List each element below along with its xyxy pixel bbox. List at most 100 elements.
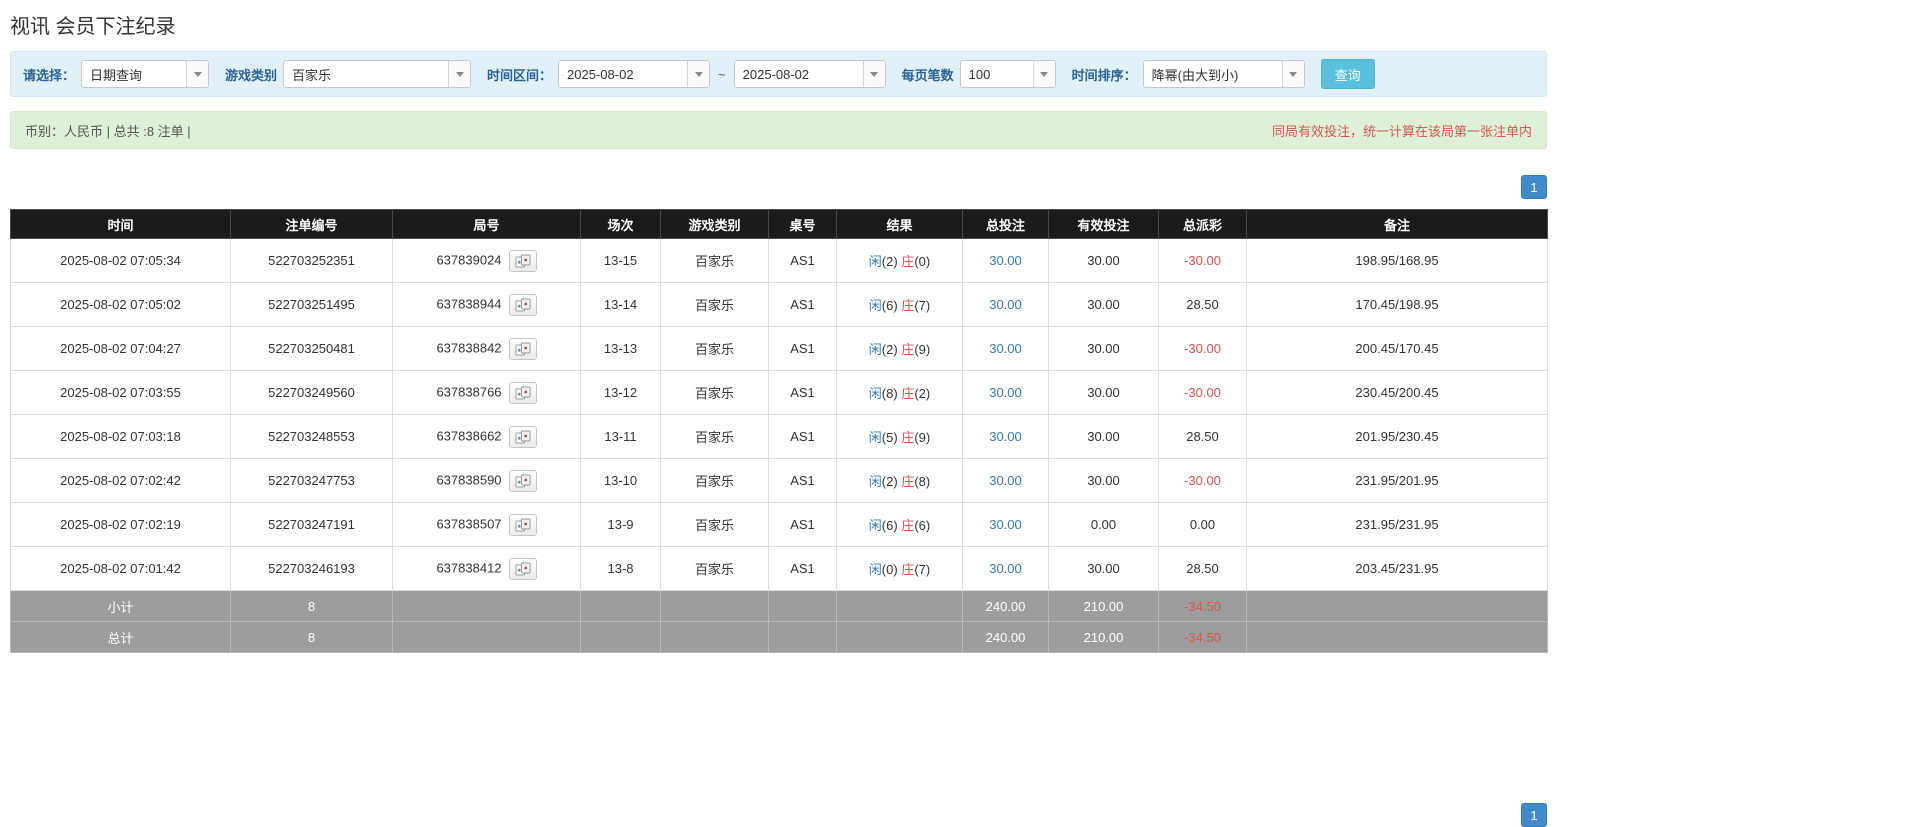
banker-result-count: (7) xyxy=(914,562,931,577)
round-detail-button[interactable] xyxy=(508,513,537,536)
total-bet-cell: 30.00 xyxy=(962,458,1049,503)
cards-preview-icon xyxy=(515,298,531,311)
select-type-label: 请选择： xyxy=(23,67,76,83)
pagination-bottom: 1 xyxy=(10,803,1547,827)
valid-bet-cell: 30.00 xyxy=(1048,370,1159,415)
date-from-input[interactable]: 2025-08-02 xyxy=(558,60,711,88)
table-row: 2025-08-02 07:03:18 522703248553 637838662… xyxy=(10,414,1548,459)
round-number: 637839024 xyxy=(436,251,502,267)
total-bet-link[interactable]: 30.00 xyxy=(989,473,1022,488)
round-detail-button[interactable] xyxy=(508,249,537,272)
total-empty-cell xyxy=(660,621,769,653)
round-cell: 637838507 xyxy=(392,502,581,547)
total-label-cell: 总计 xyxy=(10,621,231,653)
subtotal-valid-bet-cell: 210.00 xyxy=(1048,590,1159,622)
valid-bet-cell: 30.00 xyxy=(1048,238,1159,283)
round-cell: 637838766 xyxy=(392,370,581,415)
banker-result-label: 庄 xyxy=(901,342,915,357)
total-payout-cell: -34.50 xyxy=(1158,621,1247,653)
round-detail-button[interactable] xyxy=(508,381,537,404)
subtotal-count-cell: 8 xyxy=(230,590,393,622)
total-bet-link[interactable]: 30.00 xyxy=(989,517,1022,532)
page-1-button[interactable]: 1 xyxy=(1521,803,1547,827)
per-page-select[interactable]: 100 xyxy=(959,60,1056,88)
per-page-label: 每页笔数 xyxy=(901,67,954,83)
payout-value: -30.00 xyxy=(1184,473,1221,488)
query-button[interactable]: 查询 xyxy=(1320,59,1375,89)
game-category-select[interactable]: 百家乐 xyxy=(283,60,472,88)
game-category-label: 游戏类别 xyxy=(225,67,278,83)
chevron-down-icon[interactable] xyxy=(186,61,209,87)
total-bet-link[interactable]: 30.00 xyxy=(989,341,1022,356)
payout-cell: -30.00 xyxy=(1158,458,1247,503)
banker-result-count: (8) xyxy=(914,474,931,489)
remark-cell: 230.45/200.45 xyxy=(1246,370,1548,415)
player-result-label: 闲 xyxy=(868,518,882,533)
time-sort-label: 时间排序： xyxy=(1071,67,1137,83)
bet-id-cell: 522703246193 xyxy=(230,546,393,591)
round-detail-button[interactable] xyxy=(508,293,537,316)
session-cell: 13-15 xyxy=(580,238,661,283)
bet-id-cell: 522703252351 xyxy=(230,238,393,283)
remark-cell: 170.45/198.95 xyxy=(1246,282,1548,327)
round-detail-button[interactable] xyxy=(508,469,537,492)
valid-bet-cell: 30.00 xyxy=(1048,282,1159,327)
time-sort-select[interactable]: 降幂(由大到小) xyxy=(1142,60,1305,88)
page-1-button[interactable]: 1 xyxy=(1521,175,1547,199)
remark-cell: 200.45/170.45 xyxy=(1246,326,1548,371)
column-header: 注单编号 xyxy=(230,209,393,239)
total-bet-cell: 30.00 xyxy=(962,238,1049,283)
chevron-down-icon[interactable] xyxy=(862,61,885,87)
player-result-label: 闲 xyxy=(868,562,882,577)
currency-summary-text: 币别：人民币 | 总共 :8 注单 | xyxy=(25,123,191,139)
column-header: 游戏类别 xyxy=(660,209,769,239)
date-to-value: 2025-08-02 xyxy=(742,66,810,82)
time-cell: 2025-08-02 07:03:55 xyxy=(10,370,231,415)
payout-cell: 0.00 xyxy=(1158,502,1247,547)
round-cell: 637838842 xyxy=(392,326,581,371)
query-type-select[interactable]: 日期查询 xyxy=(81,60,210,88)
pagination-top: 1 xyxy=(10,175,1547,199)
round-detail-button[interactable] xyxy=(508,337,537,360)
subtotal-empty-cell xyxy=(392,590,581,622)
game-category-cell: 百家乐 xyxy=(660,282,769,327)
chevron-down-icon[interactable] xyxy=(448,61,471,87)
banker-result-count: (9) xyxy=(914,342,931,357)
player-result-label: 闲 xyxy=(868,386,882,401)
game-category-cell: 百家乐 xyxy=(660,370,769,415)
time-sort-value: 降幂(由大到小) xyxy=(1151,67,1239,83)
time-cell: 2025-08-02 07:04:27 xyxy=(10,326,231,371)
banker-result-count: (6) xyxy=(914,518,931,533)
banker-result-label: 庄 xyxy=(901,562,915,577)
valid-bet-note: 同局有效投注，统一计算在该局第一张注单内 xyxy=(1271,123,1532,139)
round-detail-button[interactable] xyxy=(508,425,537,448)
table-number-cell: AS1 xyxy=(768,546,837,591)
total-bet-link[interactable]: 30.00 xyxy=(989,253,1022,268)
cards-preview-icon xyxy=(515,342,531,355)
total-bet-link[interactable]: 30.00 xyxy=(989,429,1022,444)
total-empty-cell xyxy=(836,621,963,653)
chevron-down-icon[interactable] xyxy=(687,61,710,87)
round-number: 637838507 xyxy=(436,515,502,531)
total-bet-link[interactable]: 30.00 xyxy=(989,561,1022,576)
result-cell: 闲(5) 庄(9) xyxy=(836,414,963,459)
round-detail-button[interactable] xyxy=(508,557,537,580)
game-category-cell: 百家乐 xyxy=(660,238,769,283)
total-bet-link[interactable]: 30.00 xyxy=(989,297,1022,312)
table-number-cell: AS1 xyxy=(768,370,837,415)
page-title: 视讯 会员下注纪录 xyxy=(10,16,176,38)
bet-id-cell: 522703247753 xyxy=(230,458,393,503)
game-category-cell: 百家乐 xyxy=(660,458,769,503)
total-bet-link[interactable]: 30.00 xyxy=(989,385,1022,400)
column-header: 结果 xyxy=(836,209,963,239)
chevron-down-icon[interactable] xyxy=(1281,61,1304,87)
date-to-input[interactable]: 2025-08-02 xyxy=(733,60,886,88)
cards-preview-icon xyxy=(515,430,531,443)
banker-result-label: 庄 xyxy=(901,518,915,533)
column-header: 局号 xyxy=(392,209,581,239)
chevron-down-icon[interactable] xyxy=(1032,61,1055,87)
player-result-label: 闲 xyxy=(868,430,882,445)
cards-preview-icon xyxy=(515,386,531,399)
summary-bar: 币别：人民币 | 总共 :8 注单 | 同局有效投注，统一计算在该局第一张注单内 xyxy=(10,111,1547,149)
player-result-count: (2) xyxy=(881,342,898,357)
